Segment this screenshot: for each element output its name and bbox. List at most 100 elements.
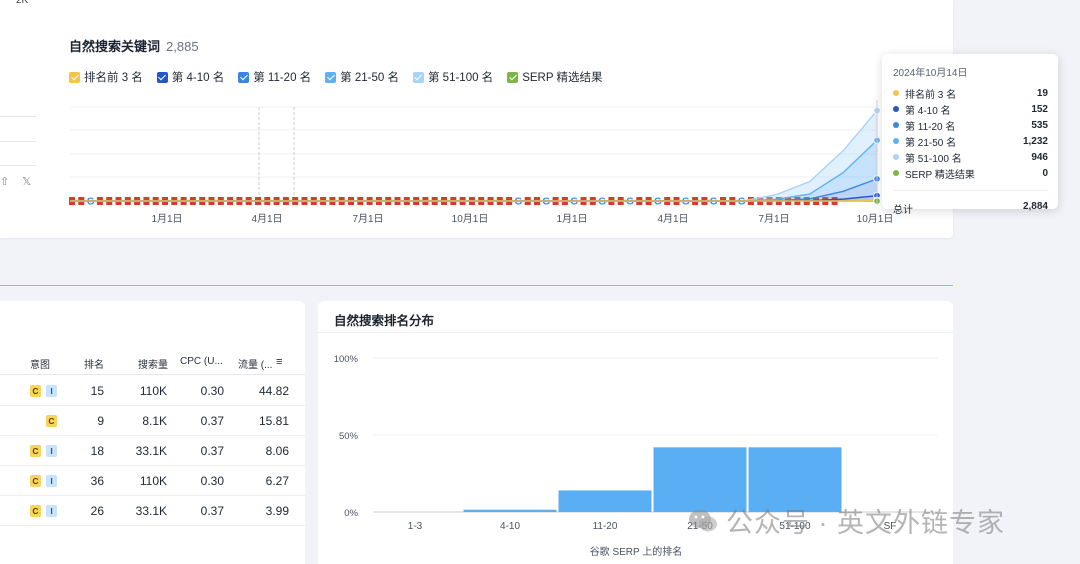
series-dot-icon [893, 170, 899, 176]
wechat-icon [689, 509, 717, 531]
x-tick-label: 4-10 [500, 521, 520, 532]
tooltip-row-label: 第 4-10 名 [905, 105, 951, 117]
tooltip-row-value: 152 [1031, 103, 1048, 115]
tooltip-row-label: 第 21-50 名 [905, 137, 957, 149]
bar-4-10 [463, 509, 557, 512]
header-rank[interactable]: 排名 [84, 356, 104, 371]
tooltip-row-label: 排名前 3 名 [905, 89, 957, 101]
series-dot-icon [893, 106, 899, 112]
header-intent[interactable]: 意图 [30, 356, 50, 371]
table-row[interactable]: C I 18 33.1K 0.37 8.06 [0, 436, 305, 466]
x-tick-label: 10月1日 [452, 213, 489, 225]
cell-volume: 33.1K [135, 444, 167, 458]
header-volume[interactable]: 搜索量 [138, 356, 168, 371]
cell-volume: 8.1K [142, 414, 167, 428]
table-row[interactable]: C I 36 110K 0.30 6.27 [0, 466, 305, 496]
x-axis-label: 谷歌 SERP 上的排名 [590, 545, 683, 558]
google-update-marker: G [738, 197, 746, 208]
tooltip-total: 总计 2,884 [893, 190, 1048, 216]
cell-cpc: 0.37 [200, 504, 224, 518]
intent-badge: C [30, 505, 41, 517]
table-row[interactable]: C I 26 33.1K 0.37 3.99 [0, 496, 305, 526]
tooltip-date: 2024年10月14日 [893, 68, 968, 79]
cell-rank: 26 [90, 504, 104, 518]
organic-keywords-card: 2K ⇧ 𝕏 自然搜索关键词 2,885 排名前 3 名第 4-10 名第 11… [0, 0, 1058, 238]
section-divider [0, 285, 953, 286]
intent-badge: I [46, 445, 57, 457]
x-tick-label: 1月1日 [556, 213, 587, 225]
keywords-table-card: 意图 排名 搜索量 CPC (U... 流量 (... ≡ C I 15 110K 0.… [0, 301, 305, 564]
google-update-marker: G [682, 197, 690, 208]
cell-rank: 18 [90, 444, 104, 458]
tooltip-row-value: 0 [1042, 167, 1048, 179]
x-tick-label: 1-3 [408, 521, 423, 532]
intent-badge: I [46, 385, 57, 397]
y-tick-label: 0% [344, 508, 358, 519]
tooltip-row-label: 第 11-20 名 [905, 121, 956, 133]
x-tick-label: 4月1日 [251, 213, 282, 225]
cell-rank: 36 [90, 474, 104, 488]
keywords-trend-chart: G G G G G G G G G G 1月1日 4月1日 7月1日 10月1日 1月1日 4月1日 7月1日 1… [69, 100, 894, 225]
tooltip-row-value: 19 [1036, 87, 1048, 99]
y-tick-label: 100% [334, 354, 359, 365]
header-traffic[interactable]: 流量 (... [238, 356, 272, 371]
bar-11-20 [558, 490, 652, 512]
tooltip-row: 第 21-50 名 1,232 [893, 133, 1048, 149]
cell-volume: 110K [139, 384, 167, 398]
google-update-marker: G [626, 197, 634, 208]
google-update-marker: G [710, 197, 718, 208]
x-tick-label: 11-20 [593, 521, 618, 532]
tooltip-row-value: 535 [1031, 119, 1048, 131]
tooltip-row: SERP 精选结果 0 [893, 165, 1048, 181]
intent-badge: I [46, 475, 57, 487]
series-line [70, 139, 878, 202]
x-tick-label: 7月1日 [352, 213, 383, 225]
cell-traffic: 44.82 [258, 384, 289, 398]
intent-badge: I [46, 505, 57, 517]
header-cpc[interactable]: CPC (U... [180, 356, 223, 367]
intent-badge: C [30, 385, 41, 397]
cell-traffic: 8.06 [265, 444, 289, 458]
y-tick-label: 50% [339, 431, 359, 442]
x-tick-label: 10月1日 [857, 213, 894, 225]
series-area [70, 110, 877, 201]
series-line [70, 110, 878, 202]
google-update-marker: G [542, 197, 550, 208]
table-row[interactable]: C 9 8.1K 0.37 15.81 [0, 406, 305, 436]
tooltip-row: 第 51-100 名 946 [893, 149, 1048, 165]
x-tick-label: 4月1日 [657, 213, 688, 225]
tooltip-row-label: 第 51-100 名 [905, 153, 962, 165]
google-update-marker: G [598, 197, 606, 208]
tooltip-total-label: 总计 [893, 205, 913, 216]
series-dot-icon [893, 154, 899, 160]
cell-volume: 110K [139, 474, 167, 488]
cell-traffic: 6.27 [265, 474, 289, 488]
cell-traffic: 3.99 [265, 504, 289, 518]
google-update-marker: G [654, 197, 662, 208]
cell-rank: 15 [90, 384, 104, 398]
x-tick-label: 7月1日 [758, 213, 789, 225]
series-dot-icon [893, 122, 899, 128]
series-dot-icon [893, 90, 899, 96]
cell-rank: 9 [97, 414, 104, 428]
intent-badge: C [30, 445, 41, 457]
google-update-marker: G [87, 197, 95, 208]
sort-icon[interactable]: ≡ [276, 356, 282, 368]
chart-tooltip: 2024年10月14日 排名前 3 名 19 第 4-10 名 152 第 11-20 … [882, 54, 1058, 216]
x-tick-label: 1月1日 [151, 213, 182, 225]
cell-cpc: 0.37 [200, 444, 224, 458]
table-header: 意图 排名 搜索量 CPC (U... 流量 (... ≡ [0, 353, 305, 375]
tooltip-row: 第 11-20 名 535 [893, 117, 1048, 133]
cell-cpc: 0.37 [200, 414, 224, 428]
watermark: 公众号 · 英文外链专家 [688, 501, 1005, 540]
cell-traffic: 15.81 [258, 414, 289, 428]
tooltip-row-label: SERP 精选结果 [905, 169, 975, 181]
google-update-marker: G [515, 197, 523, 208]
tooltip-row-value: 1,232 [1022, 135, 1048, 147]
tooltip-row: 第 4-10 名 152 [893, 101, 1048, 117]
intent-badge: C [46, 415, 57, 427]
series-area [70, 140, 877, 201]
table-row[interactable]: C I 15 110K 0.30 44.82 [0, 376, 305, 406]
cell-cpc: 0.30 [200, 474, 224, 488]
cell-cpc: 0.30 [200, 384, 224, 398]
